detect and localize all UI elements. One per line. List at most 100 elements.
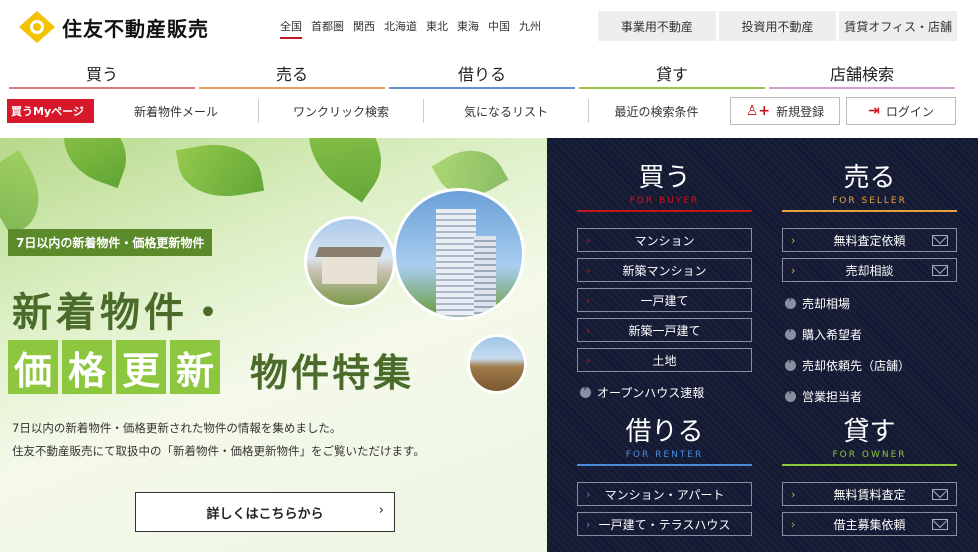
house-photo: [304, 216, 396, 308]
region-tab[interactable]: 全国: [280, 18, 302, 39]
section-title: 借りる: [625, 417, 704, 447]
circle-arrow-icon: [785, 294, 796, 309]
user-plus-icon: ♙+: [745, 103, 771, 119]
hero-headline-1: 新着物件・: [12, 289, 232, 336]
chevron-right-icon: ›: [586, 517, 591, 531]
mypage-link-recent-search[interactable]: 最近の検索条件: [589, 99, 724, 123]
details-button[interactable]: 詳しくはこちらから ›: [135, 492, 395, 532]
hero-description-2: 住友不動産販売にて取扱中の「新着物件・価格更新物件」をご覧いただけます。: [12, 444, 425, 458]
my-page-label[interactable]: 買うMyページ: [7, 99, 94, 123]
business-link[interactable]: 賃貸オフィス・店舗: [839, 11, 958, 41]
main-nav-item[interactable]: 買う: [7, 55, 197, 91]
menu-button-buy[interactable]: › 土地: [577, 348, 752, 372]
menu-button-label: 一戸建て・テラスハウス: [598, 517, 731, 532]
login-label: ログイン: [885, 104, 934, 119]
menu-button-label: 借主募集依頼: [833, 517, 906, 532]
chevron-right-icon: ›: [791, 263, 796, 277]
menu-button-sell[interactable]: › 売却相談: [782, 258, 957, 282]
text-link-label: 営業担当者: [802, 390, 863, 404]
business-link[interactable]: 事業用不動産: [598, 11, 716, 41]
menu-button-label: 土地: [652, 353, 677, 368]
menu-button-lend[interactable]: › 無料賃料査定: [782, 482, 957, 506]
region-tab[interactable]: 関西: [353, 18, 375, 39]
register-button[interactable]: ♙+ 新規登録: [730, 97, 840, 125]
menu-button-lend[interactable]: › 借主募集依頼: [782, 512, 957, 536]
menu-button-label: 無料査定依頼: [833, 233, 906, 248]
mail-icon: [932, 234, 948, 246]
main-nav-item[interactable]: 借りる: [387, 55, 577, 91]
section-subtitle: FOR BUYER: [577, 196, 752, 212]
logo[interactable]: 住友不動産販売: [18, 10, 209, 44]
menu-button-label: 売却相談: [845, 263, 894, 278]
text-link-sell[interactable]: 売却相場: [785, 294, 851, 312]
menu-button-rent[interactable]: › マンション・アパート: [577, 482, 752, 506]
service-panel: 買う FOR BUYER › マンション › 新築マンション › 一戸建て › 新築一戸建て › 土地…: [547, 138, 978, 552]
text-link-buy[interactable]: オープンハウス速報: [580, 383, 704, 401]
menu-button-label: マンション・アパート: [604, 487, 725, 502]
headline-box-char: 新: [170, 340, 220, 394]
details-button-label: 詳しくはこちらから: [206, 506, 324, 522]
menu-button-buy[interactable]: › マンション: [577, 228, 752, 252]
mypage-link-favorites[interactable]: 気になるリスト: [424, 99, 589, 123]
mypage-link-one-click[interactable]: ワンクリック検索: [259, 99, 424, 123]
chevron-right-icon: ›: [586, 233, 591, 247]
section-title: 買う: [638, 163, 691, 193]
hero-banner[interactable]: 7日以内の新着物件・価格更新物件 新着物件・ 価 格 更 新 物件特集 7日以内…: [0, 138, 547, 552]
register-label: 新規登録: [776, 104, 825, 119]
section-title: 売る: [843, 163, 896, 193]
menu-button-rent[interactable]: › 一戸建て・テラスハウス: [577, 512, 752, 536]
menu-button-label: 新築一戸建て: [628, 323, 701, 338]
region-tab[interactable]: 北海道: [384, 18, 417, 39]
region-tab[interactable]: 東北: [426, 18, 448, 39]
circle-arrow-icon: [580, 383, 591, 398]
menu-button-buy[interactable]: › 一戸建て: [577, 288, 752, 312]
leaf-decoration: [0, 150, 55, 236]
chevron-right-icon: ›: [586, 263, 591, 277]
circle-arrow-icon: [785, 387, 796, 402]
business-link[interactable]: 投資用不動産: [718, 11, 837, 41]
text-link-label: 売却依頼先（店舗）: [802, 359, 911, 373]
hero-tag: 7日以内の新着物件・価格更新物件: [8, 229, 213, 256]
menu-button-buy[interactable]: › 新築一戸建て: [577, 318, 752, 342]
mypage-link-new-mail[interactable]: 新着物件メール: [94, 99, 259, 123]
login-icon: ⇥: [868, 103, 880, 119]
section-subtitle: FOR SELLER: [782, 196, 957, 212]
chevron-right-icon: ›: [378, 503, 384, 518]
chevron-right-icon: ›: [791, 487, 796, 501]
hero-headline-2-boxes: 価 格 更 新: [8, 340, 220, 394]
text-link-sell[interactable]: 営業担当者: [785, 387, 863, 405]
login-button[interactable]: ⇥ ログイン: [846, 97, 956, 125]
chevron-right-icon: ›: [586, 323, 591, 337]
chevron-right-icon: ›: [791, 517, 796, 531]
region-tab[interactable]: 東海: [457, 18, 479, 39]
region-tab[interactable]: 九州: [519, 18, 541, 39]
mail-icon: [932, 264, 948, 276]
text-link-sell[interactable]: 購入希望者: [785, 325, 862, 343]
region-tabs: 全国 首都圏 関西 北海道 東北 東海 中国 九州: [280, 18, 541, 39]
main-navigation: 買う 売る 借りる 貸す 店舗検索: [7, 55, 957, 91]
leaf-decoration: [288, 138, 402, 203]
text-link-sell[interactable]: 売却依頼先（店舗）: [785, 356, 911, 374]
headline-box-char: 格: [62, 340, 112, 394]
region-tab[interactable]: 中国: [488, 18, 510, 39]
section-lend: 貸す FOR OWNER: [782, 416, 957, 466]
main-nav-item[interactable]: 店舗検索: [767, 55, 957, 91]
main-nav-item[interactable]: 貸す: [577, 55, 767, 91]
headline-box-char: 価: [8, 340, 58, 394]
region-tab[interactable]: 首都圏: [311, 18, 344, 39]
text-link-label: 売却相場: [802, 297, 851, 311]
menu-button-label: 無料賃料査定: [833, 487, 906, 502]
business-links: 事業用不動産 投資用不動産 賃貸オフィス・店舗: [598, 11, 958, 41]
hero-headline-2-rest: 物件特集: [250, 350, 415, 395]
main-nav-item[interactable]: 売る: [197, 55, 387, 91]
menu-button-buy[interactable]: › 新築マンション: [577, 258, 752, 282]
circle-arrow-icon: [785, 325, 796, 340]
menu-button-label: マンション: [634, 233, 695, 248]
menu-button-sell[interactable]: › 無料査定依頼: [782, 228, 957, 252]
circle-arrow-icon: [785, 356, 796, 371]
section-subtitle: FOR RENTER: [577, 450, 752, 466]
tower-photo: [393, 188, 525, 320]
mail-icon: [932, 518, 948, 530]
section-title: 貸す: [843, 417, 896, 447]
my-page-bar: 買うMyページ 新着物件メール ワンクリック検索 気になるリスト 最近の検索条件…: [7, 96, 957, 126]
